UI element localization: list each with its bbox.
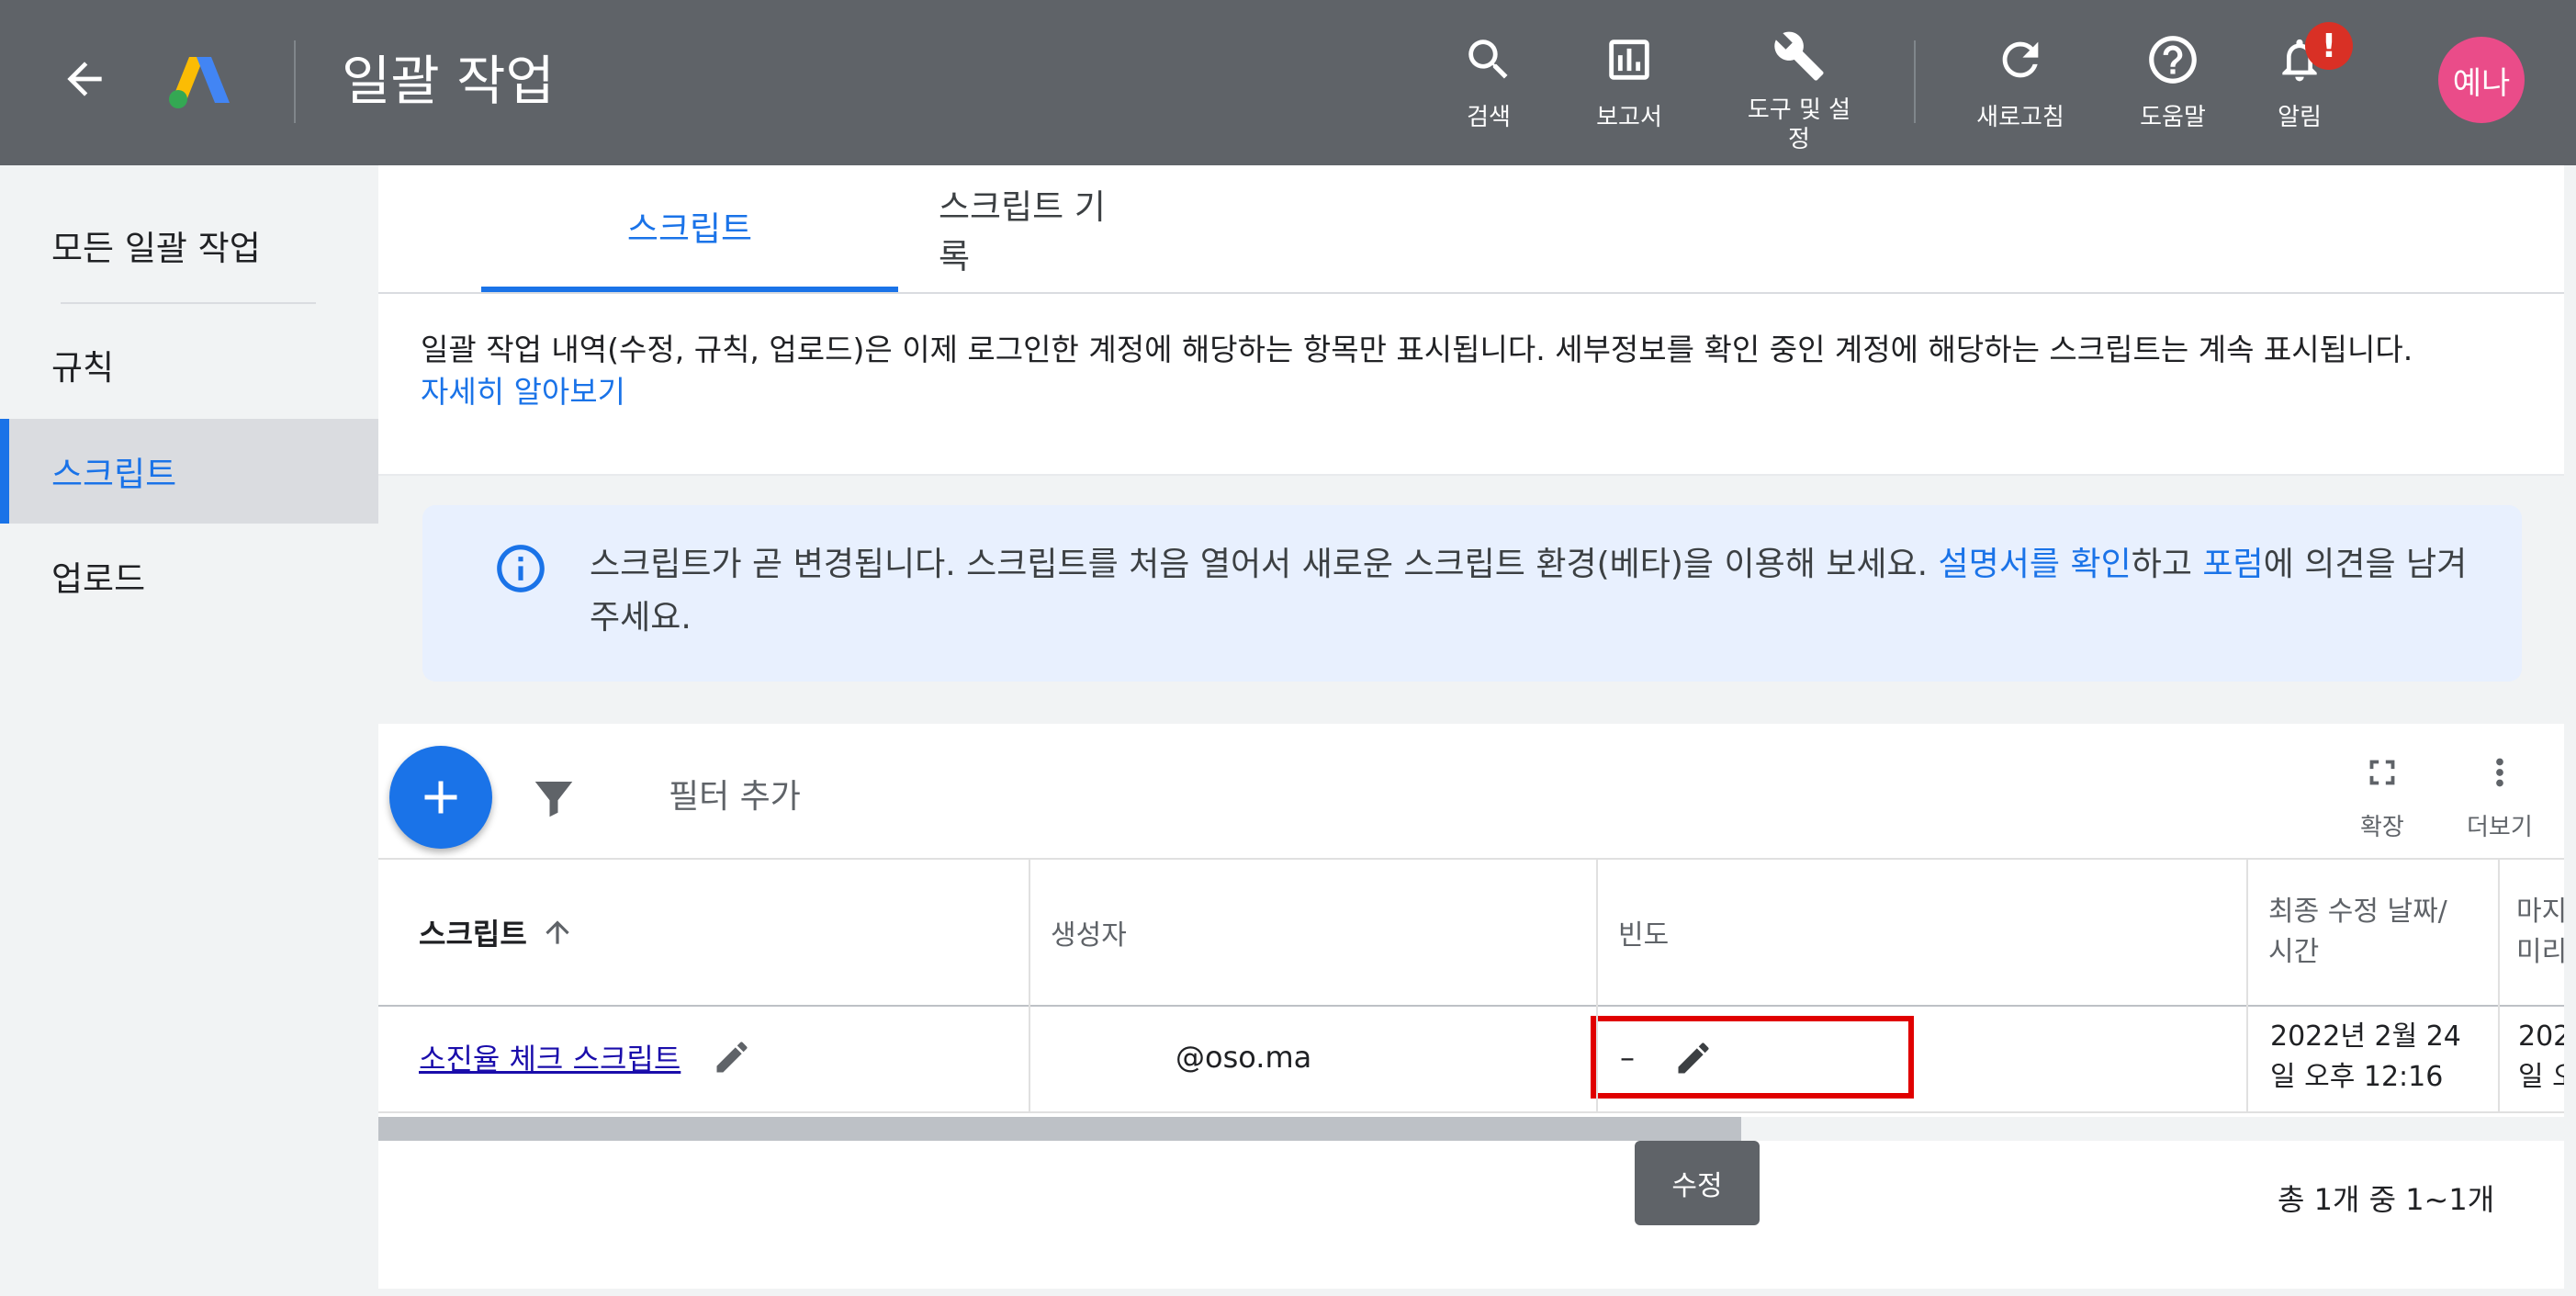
report-icon <box>1609 39 1649 80</box>
column-script-label: 스크립트 <box>419 917 527 952</box>
scripts-table-card: 필터 추가 확장 더보기 스크립트 생성자 빈도 최종 수정 날짜/ 시간 마지… <box>378 724 2564 1289</box>
wrench-icon <box>1774 31 1824 81</box>
notification-badge: ! <box>2305 22 2353 70</box>
filter-icon[interactable] <box>529 773 579 823</box>
column-header-script[interactable]: 스크립트 <box>378 860 1029 1005</box>
more-button[interactable]: 더보기 <box>2467 751 2533 842</box>
pagination-summary: 총 1개 중 1~1개 <box>2278 1182 2495 1217</box>
history-notice: 일괄 작업 내역(수정, 규칙, 업로드)은 이제 로그인한 계정에 해당하는 … <box>378 294 2564 476</box>
expand-button[interactable]: 확장 <box>2360 751 2404 842</box>
info-banner: 스크립트가 곧 변경됩니다. 스크립트를 처음 열어서 새로운 스크립트 환경(… <box>422 505 2522 682</box>
docs-link[interactable]: 설명서를 확인 <box>1939 546 2132 583</box>
horizontal-scrollbar[interactable] <box>378 1117 2564 1141</box>
expand-label: 확장 <box>2360 814 2404 841</box>
column-divider <box>1029 860 1030 1005</box>
scrollbar-thumb[interactable] <box>378 1117 1741 1141</box>
column-divider <box>2498 1003 2500 1111</box>
script-name-cell: 소진율 체크 스크립트 <box>419 1003 1007 1111</box>
more-vert-icon <box>2496 758 2503 787</box>
tools-settings-button[interactable]: 도구 및 설 정 <box>1739 29 1859 153</box>
google-ads-logo[interactable] <box>167 50 233 110</box>
column-divider <box>1029 1003 1030 1111</box>
search-label: 검색 <box>1467 104 1511 131</box>
refresh-icon <box>2002 41 2039 78</box>
search-button[interactable]: 검색 <box>1447 29 1530 149</box>
plus-icon <box>424 781 457 814</box>
page-title: 일괄 작업 <box>342 50 555 112</box>
frequency-highlight-box <box>1591 1016 1914 1099</box>
table-header: 스크립트 생성자 빈도 최종 수정 날짜/ 시간 마지 미리 <box>378 858 2564 1007</box>
tab-scripts[interactable]: 스크립트 <box>481 165 898 292</box>
info-text-part: 하고 <box>2131 546 2203 583</box>
notifications-label: 알림 <box>2278 104 2322 131</box>
notice-message: 일괄 작업 내역(수정, 규칙, 업로드)은 이제 로그인한 계정에 해당하는 … <box>421 332 2413 367</box>
header-divider <box>1914 40 1916 123</box>
info-text: 스크립트가 곧 변경됩니다. 스크립트를 처음 열어서 새로운 스크립트 환경(… <box>590 538 2481 645</box>
sidebar-item-rules[interactable]: 규칙 <box>0 312 378 417</box>
column-divider <box>2246 1003 2248 1111</box>
last-preview-cell: 202 일 오 <box>2518 1020 2564 1093</box>
info-icon <box>497 545 545 592</box>
creator-cell: @oso.ma <box>1176 1040 1312 1075</box>
table-row: 소진율 체크 스크립트 @oso.ma – 2022년 2월 24 일 오후 1… <box>378 1003 2564 1113</box>
edit-tooltip: 수정 <box>1635 1141 1760 1225</box>
more-label: 더보기 <box>2467 814 2533 841</box>
arrow-back-icon <box>67 62 102 96</box>
column-divider <box>1596 860 1598 1005</box>
sidebar-item-uploads[interactable]: 업로드 <box>0 524 378 628</box>
top-app-bar: 일괄 작업 검색 보고서 도구 및 설 정 새로고침 도움말 알림 ! 예나 <box>0 0 2576 165</box>
header-divider <box>294 40 296 123</box>
refresh-button[interactable]: 새로고침 <box>1965 29 2075 149</box>
reports-label: 보고서 <box>1596 104 1662 131</box>
column-header-last-preview[interactable]: 마지 미리 <box>2498 860 2564 1005</box>
column-divider <box>2246 860 2248 1005</box>
column-header-last-modified[interactable]: 최종 수정 날짜/ 시간 <box>2246 860 2498 1005</box>
forum-link[interactable]: 포럼 <box>2202 546 2263 583</box>
column-header-creator[interactable]: 생성자 <box>1029 860 1596 1005</box>
avatar[interactable]: 예나 <box>2438 37 2525 123</box>
script-name-link[interactable]: 소진율 체크 스크립트 <box>419 1036 681 1078</box>
column-header-frequency[interactable]: 빈도 <box>1596 860 2246 1005</box>
tab-bar: 스크립트 스크립트 기록 <box>378 165 2564 294</box>
tools-settings-label: 도구 및 설 정 <box>1747 96 1851 153</box>
column-divider <box>2498 860 2500 1005</box>
sidebar-item-scripts[interactable]: 스크립트 <box>0 419 378 524</box>
add-script-button[interactable] <box>389 746 492 849</box>
add-filter-button[interactable]: 필터 추가 <box>669 770 801 817</box>
sidebar: 모든 일괄 작업 규칙 스크립트 업로드 <box>0 165 378 1296</box>
notice-text: 일괄 작업 내역(수정, 규칙, 업로드)은 이제 로그인한 계정에 해당하는 … <box>421 329 2551 413</box>
reports-button[interactable]: 보고서 <box>1583 29 1675 149</box>
fullscreen-icon <box>2369 760 2395 785</box>
edit-icon[interactable] <box>712 1037 752 1077</box>
last-modified-cell: 2022년 2월 24 일 오후 12:16 <box>2270 1020 2461 1093</box>
refresh-label: 새로고침 <box>1976 104 2064 131</box>
info-text-part: 스크립트가 곧 변경됩니다. 스크립트를 처음 열어서 새로운 스크립트 환경(… <box>590 546 1939 583</box>
learn-more-link[interactable]: 자세히 알아보기 <box>421 374 625 410</box>
help-icon <box>2149 36 2197 84</box>
main-content: 스크립트 스크립트 기록 일괄 작업 내역(수정, 규칙, 업로드)은 이제 로… <box>378 165 2564 1296</box>
back-button[interactable] <box>51 46 118 112</box>
column-divider <box>1596 1003 1598 1111</box>
sidebar-item-all-bulk-actions[interactable]: 모든 일괄 작업 <box>0 193 378 298</box>
arrow-up-icon <box>546 920 569 944</box>
help-label: 도움말 <box>2140 104 2206 131</box>
help-button[interactable]: 도움말 <box>2127 29 2219 149</box>
sidebar-divider <box>61 302 316 304</box>
search-icon <box>1468 39 1508 79</box>
tab-script-history[interactable]: 스크립트 기록 <box>939 165 1119 292</box>
